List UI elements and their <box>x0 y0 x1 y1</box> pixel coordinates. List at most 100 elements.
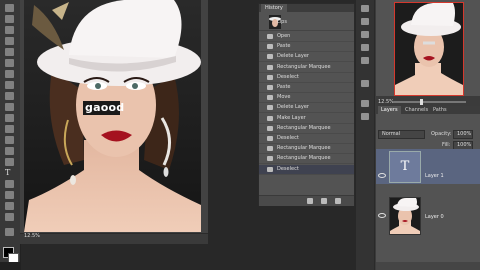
history-state-label: Rectangular Marquee <box>277 63 331 70</box>
brush-tool-icon[interactable] <box>5 81 14 89</box>
history-brush-tool-icon[interactable] <box>5 103 14 111</box>
history-state-row[interactable]: Rectangular Marquee <box>259 154 354 165</box>
move-tool-icon[interactable] <box>5 4 14 12</box>
paragraph-icon[interactable] <box>361 113 369 120</box>
history-state-icon <box>267 85 273 90</box>
history-state-row[interactable]: Paste <box>259 83 354 93</box>
navigator-zoom-slider[interactable] <box>394 101 466 103</box>
toolbar-footer <box>0 262 20 270</box>
healing-brush-tool-icon[interactable] <box>5 70 14 78</box>
history-state-icon <box>267 74 273 80</box>
history-panel-footer <box>259 195 354 206</box>
eraser-tool-icon[interactable] <box>5 114 14 122</box>
pen-tool-icon[interactable] <box>5 158 14 166</box>
brush-presets-icon[interactable] <box>361 80 369 87</box>
tab-paths[interactable]: Paths <box>430 106 450 114</box>
navigator-zoom-value[interactable]: 12.5% <box>378 99 394 105</box>
gradient-tool-icon[interactable] <box>5 125 14 133</box>
document-status-bar <box>20 233 208 244</box>
history-state-label: Open <box>277 33 291 39</box>
navigator-preview[interactable] <box>394 2 464 96</box>
layer-name[interactable]: Layer 0 <box>425 214 444 220</box>
history-state-row[interactable]: Deselect <box>259 134 354 144</box>
history-state-row[interactable]: Delete Layer <box>259 103 354 114</box>
history-state-icon <box>267 34 273 39</box>
history-state-row[interactable]: Move <box>259 93 354 104</box>
tab-channels[interactable]: Channels <box>402 106 431 114</box>
text-layer-box[interactable]: gaood <box>83 101 124 115</box>
history-state-label: Deselect <box>277 135 299 141</box>
snapshot-label: Lips <box>277 19 287 25</box>
collapsed-panel-icons <box>356 0 375 270</box>
arrange-icon[interactable] <box>361 5 369 12</box>
history-state-icon <box>267 125 273 131</box>
tab-history[interactable]: History <box>261 4 287 12</box>
document-canvas[interactable] <box>24 0 201 232</box>
history-state-icon <box>267 105 273 111</box>
color-panel-icon[interactable] <box>361 18 369 25</box>
blur-tool-icon[interactable] <box>5 136 14 144</box>
history-tab-bar: History <box>259 4 354 12</box>
layers-tab-bar: Layers Channels Paths <box>376 106 480 114</box>
delete-state-icon[interactable] <box>335 198 341 204</box>
history-state-label: Deselect <box>277 165 299 172</box>
history-state-icon <box>267 136 273 141</box>
quick-select-tool-icon[interactable] <box>5 37 14 45</box>
history-state-label: Move <box>277 94 291 101</box>
history-state-icon <box>267 64 273 70</box>
history-state-label: Make Layer <box>277 114 306 121</box>
history-state-row[interactable]: Rectangular Marquee <box>259 124 354 134</box>
history-state-row[interactable]: Rectangular Marquee <box>259 144 354 155</box>
character-icon[interactable] <box>361 100 369 107</box>
visibility-eye-icon[interactable] <box>378 213 386 218</box>
history-snapshot[interactable]: Lips <box>259 14 354 31</box>
history-state-label: Paste <box>277 84 291 90</box>
styles-icon[interactable] <box>361 44 369 51</box>
history-state-row[interactable]: Deselect <box>259 164 354 175</box>
history-state-label: Rectangular Marquee <box>277 124 331 131</box>
clone-stamp-tool-icon[interactable] <box>5 92 14 100</box>
layers-panel-footer <box>376 262 480 270</box>
history-state-row[interactable]: Deselect <box>259 73 354 83</box>
dodge-tool-icon[interactable] <box>5 147 14 155</box>
history-state-label: Rectangular Marquee <box>277 145 331 152</box>
shape-tool-icon[interactable] <box>5 191 14 199</box>
edit-quick-mask-icon[interactable] <box>5 228 14 236</box>
text-layer-content[interactable]: gaood <box>83 101 124 115</box>
type-tool-icon[interactable]: T <box>5 169 14 177</box>
history-state-icon <box>267 156 273 162</box>
create-document-from-state-icon[interactable] <box>307 198 313 204</box>
history-state-icon <box>267 166 273 172</box>
history-state-label: Paste <box>277 43 291 50</box>
history-state-icon <box>267 115 273 121</box>
new-snapshot-icon[interactable] <box>321 198 327 204</box>
history-state-row[interactable]: Delete Layer <box>259 52 354 63</box>
history-panel: History Lips Open Paste Delete Layer Rectan… <box>258 3 355 206</box>
history-state-row[interactable]: Paste <box>259 42 354 53</box>
opacity-label: Opacity: <box>431 131 452 137</box>
history-state-label: Deselect <box>277 73 299 80</box>
hand-tool-icon[interactable] <box>5 202 14 210</box>
document-zoom-level[interactable]: 12.5% <box>24 233 40 239</box>
history-state-icon <box>267 54 273 60</box>
navigator-zoom-slider-knob[interactable] <box>420 99 423 105</box>
visibility-eye-icon[interactable] <box>378 173 386 178</box>
tab-layers[interactable]: Layers <box>378 106 401 114</box>
fill-label: Fill: <box>442 142 451 148</box>
eyedropper-tool-icon[interactable] <box>5 59 14 67</box>
blend-mode-select[interactable]: Normal <box>378 130 425 139</box>
swatches-icon[interactable] <box>361 31 369 38</box>
history-state-row[interactable]: Rectangular Marquee <box>259 63 354 73</box>
adjustments-icon[interactable] <box>361 57 369 64</box>
layer-name[interactable]: Layer 1 <box>425 173 444 179</box>
marquee-tool-icon[interactable] <box>5 15 14 23</box>
opacity-field[interactable]: 100% <box>453 130 473 139</box>
crop-tool-icon[interactable] <box>5 48 14 56</box>
lasso-tool-icon[interactable] <box>5 26 14 34</box>
history-state-icon <box>267 95 273 101</box>
history-state-row[interactable]: Make Layer <box>259 114 354 124</box>
path-select-tool-icon[interactable] <box>5 180 14 188</box>
zoom-tool-icon[interactable] <box>5 213 14 221</box>
tools-panel: T <box>0 0 21 270</box>
history-state-row[interactable]: Open <box>259 32 354 42</box>
